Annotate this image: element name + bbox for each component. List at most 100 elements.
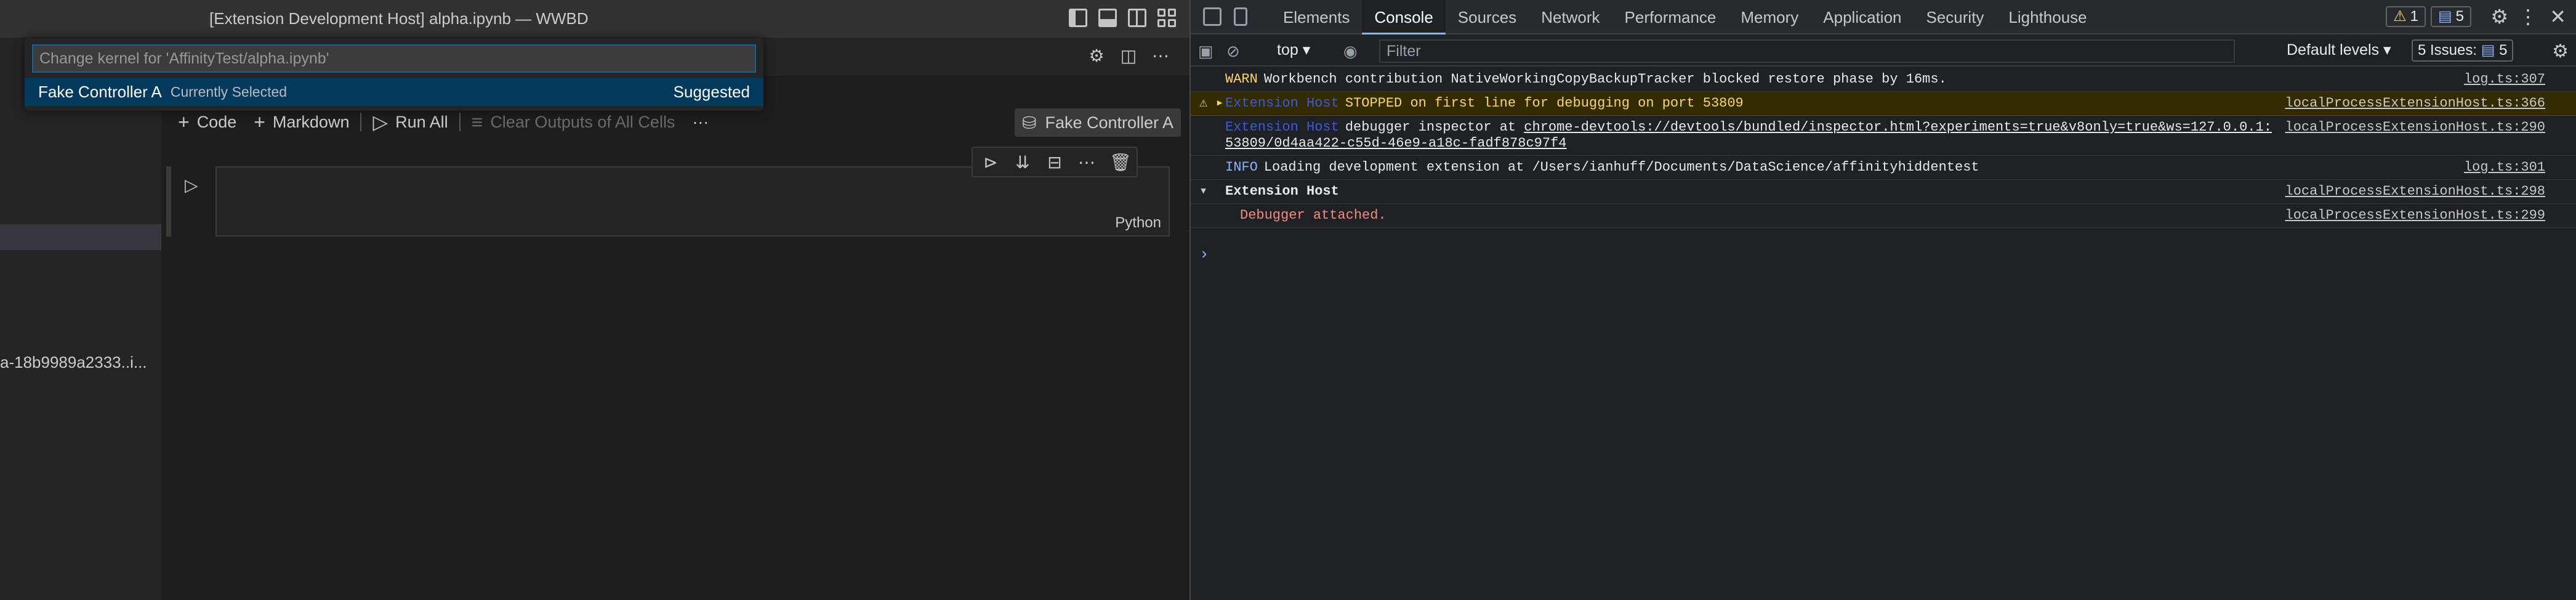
messages-badge[interactable]: ▤ 5 bbox=[2430, 6, 2471, 27]
log-entry: Extension Host debugger inspector at chro… bbox=[1191, 116, 2576, 156]
layout-controls bbox=[1069, 9, 1176, 27]
toolbar-separator bbox=[459, 113, 461, 131]
console-prompt[interactable]: › bbox=[1199, 245, 1209, 264]
cell-focus-indicator bbox=[166, 166, 171, 237]
run-all-button[interactable]: ▷ Run All bbox=[364, 108, 456, 136]
server-environment-icon: ⛁ bbox=[1022, 113, 1037, 132]
devtools-tab-bar: Elements Console Sources Network Perform… bbox=[1191, 0, 2576, 34]
clear-all-icon: ≡ bbox=[471, 110, 483, 133]
levels-label: Default levels bbox=[2287, 41, 2380, 59]
tab-elements[interactable]: Elements bbox=[1271, 0, 1362, 34]
toggle-primary-sidebar-icon[interactable] bbox=[1069, 9, 1087, 27]
plus-icon: + bbox=[178, 110, 190, 133]
sidebar-toggle-icon[interactable]: ▣ bbox=[1198, 42, 1214, 61]
split-editor-icon[interactable]: ◫ bbox=[1118, 46, 1139, 67]
vscode-window: [Extension Development Host] alpha.ipynb… bbox=[0, 0, 1189, 600]
log-source-link[interactable]: localProcessExtensionHost.ts:366 bbox=[2285, 95, 2545, 111]
toolbar-separator bbox=[360, 113, 362, 131]
tab-security[interactable]: Security bbox=[1914, 0, 1997, 34]
log-message: Workbench contribution NativeWorkingCopy… bbox=[1263, 71, 1947, 87]
add-code-cell-button[interactable]: + Code bbox=[169, 108, 245, 136]
clear-console-icon[interactable]: ⊘ bbox=[1226, 42, 1240, 61]
settings-gear-icon[interactable]: ⚙ bbox=[1086, 46, 1107, 67]
toggle-secondary-sidebar-icon[interactable] bbox=[1128, 9, 1146, 27]
tab-memory[interactable]: Memory bbox=[1728, 0, 1811, 34]
settings-gear-icon[interactable]: ⚙ bbox=[2490, 5, 2508, 28]
close-icon[interactable]: ✕ bbox=[2550, 5, 2566, 28]
log-level: WARN bbox=[1225, 71, 1258, 87]
console-filter-input[interactable] bbox=[1379, 39, 2235, 63]
notebook-more-button[interactable]: ··· bbox=[683, 108, 717, 136]
quick-pick-item[interactable]: Fake Controller A Currently Selected Sug… bbox=[25, 78, 763, 106]
plus-icon: + bbox=[254, 110, 265, 133]
group-expanded-icon: ▾ bbox=[1199, 184, 1208, 199]
group-title: Extension Host bbox=[1225, 184, 1339, 199]
run-all-label: Run All bbox=[395, 112, 448, 131]
tab-network[interactable]: Network bbox=[1529, 0, 1612, 34]
tab-application[interactable]: Application bbox=[1811, 0, 1914, 34]
run-cell-icon[interactable]: ▷ bbox=[185, 175, 198, 195]
tab-sources[interactable]: Sources bbox=[1446, 0, 1529, 34]
warnings-badge[interactable]: ⚠ 1 bbox=[2386, 6, 2426, 27]
sidebar-file-item[interactable]: a-18b9989a2333..i... bbox=[0, 353, 147, 372]
more-actions-icon[interactable]: ⋯ bbox=[1150, 46, 1171, 67]
log-entry: INFO Loading development extension at /Us… bbox=[1191, 156, 2576, 180]
cell-more-icon[interactable]: ⋯ bbox=[1077, 152, 1096, 172]
message-count: 5 bbox=[2455, 8, 2464, 25]
kebab-menu-icon[interactable]: ⋮ bbox=[2518, 5, 2538, 28]
notebook-toolbar: + Code + Markdown ▷ Run All ≡ Clear Outp… bbox=[169, 108, 717, 136]
quick-pick-item-detail: Suggested bbox=[673, 82, 750, 101]
quick-pick-input[interactable] bbox=[32, 44, 756, 73]
customize-layout-icon[interactable] bbox=[1157, 9, 1176, 27]
toggle-panel-icon[interactable] bbox=[1098, 9, 1117, 27]
log-tag: Extension Host bbox=[1225, 120, 1339, 135]
log-source-link[interactable]: localProcessExtensionHost.ts:299 bbox=[2285, 208, 2545, 224]
kernel-picker-button[interactable]: ⛁ Fake Controller A bbox=[1015, 108, 1181, 137]
title-bar: [Extension Development Host] alpha.ipynb… bbox=[0, 0, 1189, 38]
inspect-element-icon[interactable] bbox=[1203, 7, 1222, 26]
devtools-panel: Elements Console Sources Network Perform… bbox=[1191, 0, 2576, 600]
log-entry-warning: ⚠ ▸ Extension Host STOPPED on first line … bbox=[1191, 92, 2576, 116]
issues-count: 5 bbox=[2499, 42, 2508, 59]
execute-below-icon[interactable]: ⇊ bbox=[1013, 152, 1032, 172]
log-source-link[interactable]: localProcessExtensionHost.ts:290 bbox=[2285, 120, 2545, 136]
log-entry: Debugger attached. localProcessExtension… bbox=[1191, 204, 2576, 228]
clear-outputs-button[interactable]: ≡ Clear Outputs of All Cells bbox=[463, 108, 684, 136]
live-expression-eye-icon[interactable]: ◉ bbox=[1343, 42, 1358, 61]
sidebar-selected-item[interactable] bbox=[0, 224, 161, 250]
device-toolbar-icon[interactable] bbox=[1234, 7, 1247, 26]
log-entry: WARN Workbench contribution NativeWorking… bbox=[1191, 68, 2576, 92]
sidebar bbox=[0, 38, 161, 600]
run-by-line-icon[interactable]: ⊳ bbox=[981, 152, 1000, 172]
issues-icon: ▤ bbox=[2481, 42, 2495, 59]
message-icon: ▤ bbox=[2437, 8, 2452, 25]
context-label: top bbox=[1277, 41, 1298, 59]
log-level: INFO bbox=[1225, 160, 1258, 175]
log-message: STOPPED on first line for debugging on p… bbox=[1345, 95, 1744, 111]
log-source-link[interactable]: localProcessExtensionHost.ts:298 bbox=[2285, 184, 2545, 200]
quick-pick-item-description: Currently Selected bbox=[170, 83, 288, 100]
log-message: Loading development extension at /Users/… bbox=[1263, 160, 1979, 175]
console-filter-bar: ▣ ⊘ top ▾ ◉ Default levels ▾ 5 Issues: ▤… bbox=[1191, 36, 2576, 67]
cell-language-indicator[interactable]: Python bbox=[1115, 214, 1161, 232]
log-group-header[interactable]: ▾ Extension Host localProcessExtensionHo… bbox=[1191, 180, 2576, 204]
log-source-link[interactable]: log.ts:307 bbox=[2464, 71, 2545, 87]
tab-lighthouse[interactable]: Lighthouse bbox=[1996, 0, 2099, 34]
console-log: WARN Workbench contribution NativeWorking… bbox=[1191, 68, 2576, 228]
context-selector[interactable]: top ▾ bbox=[1277, 41, 1310, 59]
log-levels-dropdown[interactable]: Default levels ▾ bbox=[2287, 41, 2391, 59]
tab-performance[interactable]: Performance bbox=[1612, 0, 1729, 34]
issues-button[interactable]: 5 Issues: ▤ 5 bbox=[2412, 39, 2514, 62]
warning-count: 1 bbox=[2410, 8, 2418, 25]
log-tag: Extension Host bbox=[1225, 95, 1339, 111]
add-markdown-label: Markdown bbox=[272, 112, 350, 131]
console-settings-gear-icon[interactable]: ⚙ bbox=[2552, 41, 2569, 62]
tab-console[interactable]: Console bbox=[1362, 0, 1446, 34]
warning-icon: ⚠ ▸ bbox=[1199, 95, 1224, 111]
split-cell-icon[interactable]: ⊟ bbox=[1045, 152, 1064, 172]
ellipsis-icon: ··· bbox=[692, 112, 709, 131]
delete-cell-icon[interactable]: 🗑 bbox=[1109, 152, 1132, 172]
log-source-link[interactable]: log.ts:301 bbox=[2464, 160, 2545, 176]
clear-outputs-label: Clear Outputs of All Cells bbox=[490, 112, 675, 131]
add-markdown-cell-button[interactable]: + Markdown bbox=[245, 108, 358, 136]
